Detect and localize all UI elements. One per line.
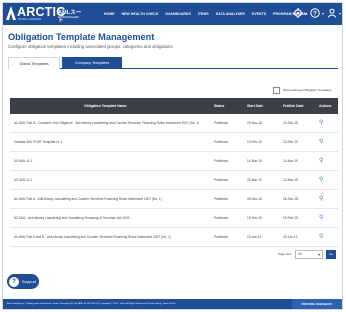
page-size-value: 10 [298,251,302,256]
template-start-date: 22-Mar-19 [247,178,262,182]
template-name[interactable]: AU AML Part B - Customer Due Diligence -… [14,114,199,133]
logo-mark-icon [6,6,16,20]
app-window: ARCTIC INTELLIGENCE AMLスート RISKMANAGER H… [2,2,343,310]
table-row: AU AML Part A and B - Anti-Money Launder… [10,228,338,247]
page-subtitle: Configure obligation templates including… [8,44,174,49]
templates-table: Obligation Template Name Status Start Da… [10,98,338,247]
template-start-date: 19-Feb-19 [247,216,262,220]
show-archived-label: Show archived Obligation Templates [283,88,332,92]
template-start-date: 29-Nov-18 [247,121,262,125]
provide-feedback-button[interactable]: PROVIDE FEEDBACK [292,299,342,309]
column-header-name[interactable]: Obligation Template Name [84,98,127,114]
table-row: US AML v1.1 Published 22-Mar-19 22-Mar-1… [10,171,338,190]
template-name[interactable]: US AML v1.1 [14,171,32,190]
help-icon[interactable]: ? ▾ [309,7,324,19]
column-header-status[interactable]: Status [214,98,224,114]
footer: Arctic Intelligence | Trading name of Fi… [3,299,342,309]
arctic-logo[interactable]: ARCTIC INTELLIGENCE AMLスート RISKMANAGER [6,5,84,24]
table-row: AU AML Part B - Customer Due Diligence -… [10,114,338,133]
nav-dashboards[interactable]: DASHBOARDS [166,12,191,16]
column-header-publish-date[interactable]: Publish Date [283,98,304,114]
column-header-start-date[interactable]: Start Date [247,98,263,114]
template-status: Published [214,216,228,220]
nav-new-health-check[interactable]: NEW HEALTH CHECK [122,12,159,16]
template-status: Published [214,159,228,163]
page-size-select[interactable]: 10 ▾ [295,249,323,259]
template-status: Published [214,197,228,201]
search-icon[interactable]: ⚲ [319,171,323,190]
search-icon[interactable]: ⚲ [319,190,323,209]
template-name[interactable]: US AML v1.1 [14,152,32,171]
tab-company-templates[interactable]: Company Templates [62,57,122,69]
page-title: Obligation Template Management [8,32,155,42]
template-tabs: Global Templates Company Templates [8,57,338,69]
support-button[interactable]: ? Support [7,274,39,289]
user-icon[interactable]: ▾ [326,7,341,19]
search-icon[interactable]: ⚲ [319,114,323,133]
template-status: Published [214,140,228,144]
nav-home[interactable]: HOME [104,12,115,16]
footer-copyright: Arctic Intelligence | Trading name of Fi… [7,303,176,305]
template-name[interactable]: AU AML Part A - Anti-Money Laundering an… [14,190,162,209]
template-name[interactable]: Canada AML PCBT Template v1.1 [14,133,62,152]
chevron-down-icon: ▾ [317,251,320,257]
template-publish-date: 13-Feb-19 [283,140,298,144]
template-start-date: 26-Dec-18 [247,197,262,201]
table-header: Obligation Template Name Status Start Da… [10,98,338,114]
nav-icons: ▾ ? ▾ ▾ [286,7,341,19]
table-row: Canada AML PCBT Template v1.1 Published … [10,133,338,152]
column-header-actions: Actions [319,104,332,108]
template-publish-date: 24-Dec-18 [283,121,298,125]
settings-icon[interactable]: ▾ [292,7,307,19]
template-name[interactable]: AU AML Part A and B - Anti-Money Launder… [14,228,171,247]
search-icon[interactable]: ⚲ [319,209,323,228]
go-button[interactable]: Go [326,249,336,259]
tab-global-templates[interactable]: Global Templates [8,57,60,69]
template-start-date: 19-Jan-19 [247,235,262,239]
top-navigation: ARCTIC INTELLIGENCE AMLスート RISKMANAGER H… [3,3,342,25]
template-publish-date: 29-Jan-19 [283,235,298,239]
template-status: Published [214,121,228,125]
template-publish-date: 19-Feb-19 [283,216,298,220]
template-publish-date: 14-Mar-19 [283,159,298,163]
table-row: US AML v1.1 Published 14-Mar-19 14-Mar-1… [10,152,338,171]
template-status: Published [214,235,228,239]
template-publish-date: 22-Mar-19 [283,178,298,182]
search-icon[interactable]: ⚲ [319,228,323,247]
table-row: AU AML Part A - Anti-Money Laundering an… [10,190,338,209]
search-icon[interactable]: ⚲ [319,152,323,171]
page-size-label: Page size: [277,252,292,256]
pagination: Page size: 10 ▾ Go [278,249,336,259]
nav-items[interactable]: ITEMS [198,12,209,16]
show-archived-checkbox[interactable] [273,86,280,94]
brand-subtitle: INTELLIGENCE [18,18,42,21]
template-start-date: 14-Mar-19 [247,159,262,163]
template-status: Published [214,178,228,182]
main-nav: HOME NEW HEALTH CHECK DASHBOARDS ITEMS D… [104,3,315,25]
nav-events[interactable]: EVENTS [252,12,266,16]
template-start-date: 13-Feb-19 [247,140,262,144]
svg-text:?: ? [313,11,317,17]
support-label: Support [22,279,37,284]
nav-data-analyser[interactable]: DATA ANALYSER [216,12,245,16]
table-row: NZ AML - Anti-Money Laundering and Count… [10,209,338,228]
show-archived-toggle[interactable]: Show archived Obligation Templates [273,86,331,94]
search-icon[interactable]: ⚲ [319,133,323,152]
product-tagline-sub: RISKMANAGER [58,15,79,19]
question-icon: ? [9,276,19,287]
template-name[interactable]: NZ AML - Anti-Money Laundering and Count… [14,209,129,228]
template-publish-date: 26-Dec-18 [283,197,298,201]
